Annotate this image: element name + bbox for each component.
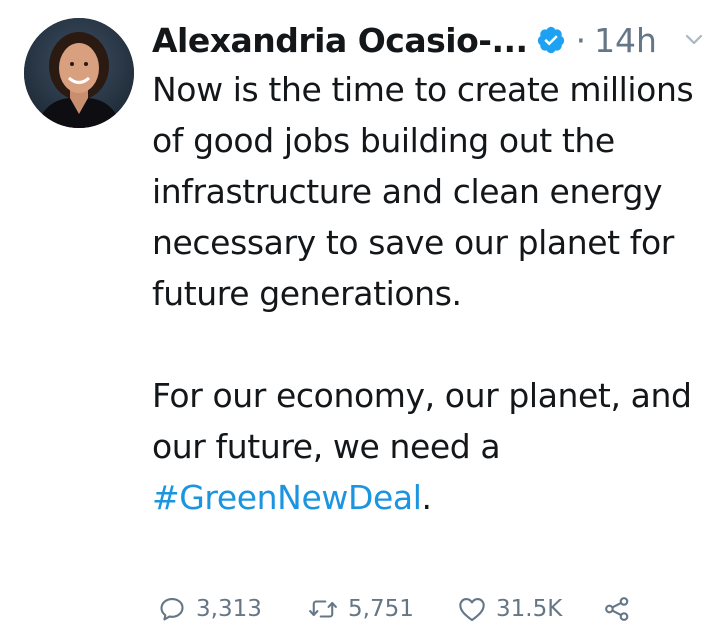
tweet-timestamp[interactable]: 14h bbox=[594, 21, 657, 60]
hashtag-link[interactable]: #GreenNewDeal bbox=[152, 478, 422, 517]
author-display-name[interactable]: Alexandria Ocasio-... bbox=[152, 21, 528, 60]
tweet-paragraph-2-text: For our economy, our planet, and our fut… bbox=[152, 376, 692, 466]
tweet-paragraph-2-end: . bbox=[421, 478, 432, 517]
retweet-icon bbox=[309, 600, 337, 618]
timestamp-separator: · bbox=[575, 20, 587, 60]
reply-icon bbox=[160, 598, 184, 621]
verified-badge-icon bbox=[536, 25, 566, 55]
like-button[interactable]: 31.5K bbox=[458, 596, 603, 622]
share-button[interactable] bbox=[603, 595, 631, 623]
tweet-paragraph-1: Now is the time to create millions of go… bbox=[152, 70, 694, 313]
retweet-button[interactable]: 5,751 bbox=[308, 595, 458, 623]
reply-button[interactable]: 3,313 bbox=[158, 595, 308, 623]
like-count: 31.5K bbox=[496, 596, 563, 622]
retweet-count: 5,751 bbox=[348, 596, 414, 622]
reply-count: 3,313 bbox=[196, 596, 262, 622]
tweet-text: Now is the time to create millions of go… bbox=[152, 64, 712, 523]
tweet-card: Alexandria Ocasio-... · 14h Now is the t… bbox=[0, 0, 720, 643]
chevron-down-icon[interactable] bbox=[685, 34, 703, 46]
avatar[interactable] bbox=[24, 18, 134, 128]
tweet-actions: 3,313 5,751 31.5K bbox=[158, 590, 631, 628]
tweet-paragraph-2: For our economy, our planet, and our fut… bbox=[152, 370, 712, 523]
tweet-header: Alexandria Ocasio-... · 14h bbox=[152, 16, 707, 64]
heart-icon bbox=[459, 598, 485, 622]
share-icon bbox=[605, 597, 629, 621]
